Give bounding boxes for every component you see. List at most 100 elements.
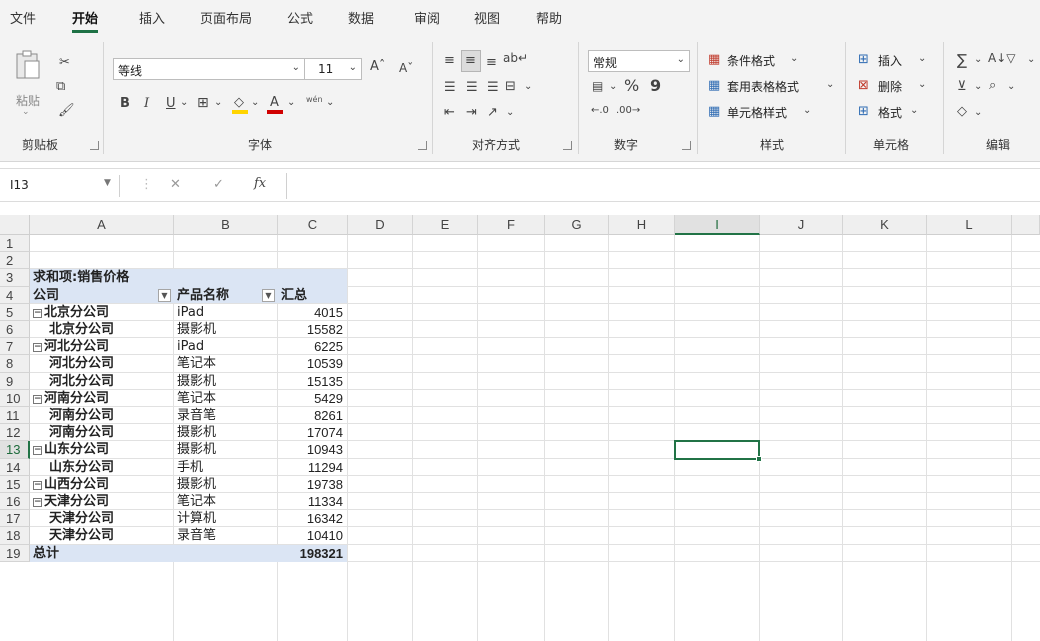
number-launcher-icon[interactable] <box>682 141 691 150</box>
tab-formulas[interactable]: 公式 <box>287 8 313 27</box>
row-header-6[interactable]: 6 <box>0 321 30 339</box>
font-launcher-icon[interactable] <box>418 141 427 150</box>
row-header-9[interactable]: 9 <box>0 372 30 390</box>
comma-button[interactable]: 9 <box>650 78 661 94</box>
alignment-launcher-icon[interactable] <box>563 141 572 150</box>
format-as-table-button[interactable]: 套用表格格式 <box>727 78 799 95</box>
chevron-down-icon[interactable]: ⌄ <box>918 54 926 64</box>
column-header-j[interactable]: J <box>760 215 843 235</box>
collapse-button[interactable]: − <box>33 480 42 490</box>
chevron-down-icon[interactable]: ⌄ <box>974 82 982 92</box>
orientation-icon[interactable]: ↗ <box>487 106 498 119</box>
chevron-down-icon[interactable]: ⌄ <box>214 98 222 108</box>
format-painter-icon[interactable]: 🖌 <box>58 104 75 117</box>
decrease-font-icon[interactable]: Aˇ <box>399 62 413 74</box>
chevron-down-icon[interactable]: ⌄ <box>506 108 514 118</box>
row-header-16[interactable]: 16 <box>0 493 30 511</box>
chevron-down-icon[interactable]: ⌄ <box>524 82 532 92</box>
align-bottom-icon[interactable]: ≡ <box>486 56 497 69</box>
column-header-i[interactable]: I <box>675 215 760 235</box>
column-header-c[interactable]: C <box>278 215 348 235</box>
tab-home[interactable]: 开始 <box>72 8 99 33</box>
insert-function-button[interactable]: fx <box>254 177 266 190</box>
chevron-down-icon[interactable]: ⌄ <box>326 98 334 108</box>
copy-icon[interactable]: ⧉ <box>56 80 65 93</box>
column-header-b[interactable]: B <box>174 215 278 235</box>
sort-filter-icon[interactable]: A↓▽ <box>988 52 1016 64</box>
column-header-l[interactable]: L <box>927 215 1012 235</box>
spreadsheet-grid[interactable]: A B C D E F G H I J K L 1 2 3 4 5 6 7 8 9 10 11 12 13 14 15 16 17 18 1… <box>0 215 1040 641</box>
column-header-partial[interactable] <box>1012 215 1040 235</box>
decrease-decimal-icon[interactable]: .00→ <box>616 106 640 116</box>
underline-button[interactable]: U <box>166 97 176 110</box>
row-header-4[interactable]: 4 <box>0 286 30 304</box>
font-size-select[interactable]: 11 ⌄ <box>304 58 362 80</box>
column-header-f[interactable]: F <box>478 215 545 235</box>
row-header-19[interactable]: 19 <box>0 544 30 562</box>
align-top-icon[interactable]: ≡ <box>444 54 455 67</box>
row-header-11[interactable]: 11 <box>0 407 30 425</box>
collapse-button[interactable]: − <box>33 343 42 353</box>
align-right-icon[interactable]: ☰ <box>487 81 499 94</box>
percent-button[interactable]: % <box>624 78 639 94</box>
chevron-down-icon[interactable]: ⌄ <box>826 80 834 90</box>
fill-icon[interactable]: ⊻ <box>957 80 967 93</box>
accounting-format-icon[interactable]: ▤ <box>592 80 603 92</box>
search-icon[interactable]: ⌕ <box>989 79 996 92</box>
number-format-select[interactable]: 常规 ⌄ <box>588 50 690 72</box>
collapse-button[interactable]: − <box>33 308 42 318</box>
chevron-down-icon[interactable]: ⌄ <box>251 98 259 108</box>
row-header-14[interactable]: 14 <box>0 458 30 476</box>
select-all-corner[interactable] <box>0 215 30 235</box>
row-header-17[interactable]: 17 <box>0 510 30 528</box>
clear-icon[interactable]: ◇ <box>957 105 967 118</box>
row-header-3[interactable]: 3 <box>0 269 30 287</box>
wrap-text-icon[interactable]: ab↵ <box>503 52 528 64</box>
chevron-down-icon[interactable]: ⌄ <box>180 98 188 108</box>
column-header-h[interactable]: H <box>609 215 675 235</box>
cancel-icon[interactable]: ✕ <box>170 178 181 191</box>
row-header-13[interactable]: 13 <box>0 441 30 459</box>
italic-button[interactable]: I <box>144 97 149 110</box>
row-header-15[interactable]: 15 <box>0 475 30 493</box>
tab-file[interactable]: 文件 <box>10 8 36 27</box>
formula-input[interactable] <box>286 173 1040 199</box>
column-header-e[interactable]: E <box>413 215 478 235</box>
font-color-icon[interactable]: A <box>267 96 283 114</box>
chevron-down-icon[interactable]: ⌄ <box>1007 82 1015 92</box>
column-header-k[interactable]: K <box>843 215 927 235</box>
tab-insert[interactable]: 插入 <box>139 8 165 27</box>
paste-button[interactable] <box>14 48 42 82</box>
clipboard-launcher-icon[interactable] <box>90 141 99 150</box>
merge-center-icon[interactable]: ⊟ <box>505 80 516 93</box>
chevron-down-icon[interactable]: ⌄ <box>1027 55 1035 65</box>
tab-page-layout[interactable]: 页面布局 <box>200 8 252 27</box>
chevron-down-icon[interactable]: ⌄ <box>790 54 798 64</box>
align-middle-button[interactable]: ≡ <box>461 50 481 72</box>
row-header-5[interactable]: 5 <box>0 303 30 321</box>
autosum-icon[interactable]: ∑ <box>957 53 967 68</box>
column-header-g[interactable]: G <box>545 215 609 235</box>
paste-dropdown-icon[interactable]: ⌄ <box>22 108 30 117</box>
column-header-a[interactable]: A <box>30 215 174 235</box>
increase-indent-icon[interactable]: ⇥ <box>466 106 477 119</box>
filter-dropdown-button[interactable]: ▼ <box>158 288 171 302</box>
collapse-button[interactable]: − <box>33 446 42 456</box>
fill-color-icon[interactable]: ◇ <box>232 96 248 114</box>
row-header-8[interactable]: 8 <box>0 355 30 373</box>
chevron-down-icon[interactable]: ⌄ <box>609 82 617 92</box>
decrease-indent-icon[interactable]: ⇤ <box>444 106 455 119</box>
delete-cells-button[interactable]: 删除 <box>878 78 902 95</box>
conditional-format-button[interactable]: 条件格式 <box>727 52 775 69</box>
chevron-down-icon[interactable]: ⌄ <box>910 106 918 116</box>
tab-view[interactable]: 视图 <box>474 8 500 27</box>
insert-cells-button[interactable]: 插入 <box>878 52 902 69</box>
align-left-icon[interactable]: ☰ <box>444 81 456 94</box>
filter-dropdown-button[interactable]: ▼ <box>262 288 275 302</box>
increase-font-icon[interactable]: Aˆ <box>370 60 385 73</box>
chevron-down-icon[interactable]: ⌄ <box>974 108 982 118</box>
chevron-down-icon[interactable]: ⌄ <box>287 98 295 108</box>
name-box[interactable]: I13 ▼ <box>4 175 120 197</box>
row-header-2[interactable]: 2 <box>0 252 30 270</box>
column-header-d[interactable]: D <box>348 215 413 235</box>
